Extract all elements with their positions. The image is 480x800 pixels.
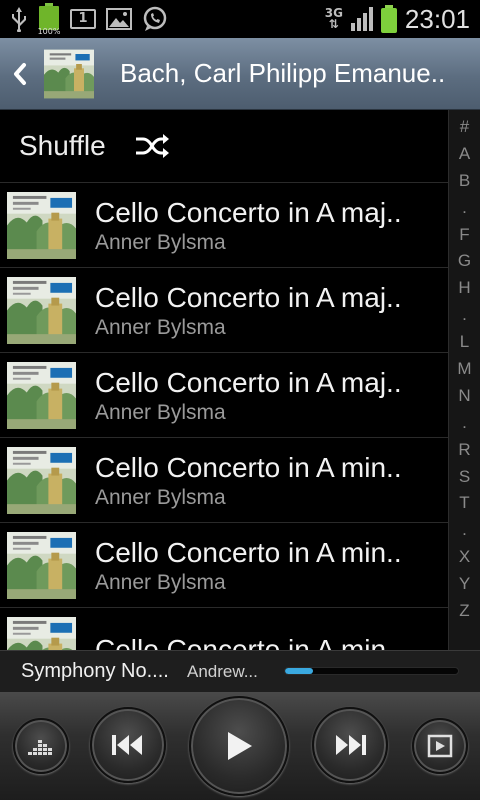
calendar-icon: 1 xyxy=(70,9,96,29)
now-playing-artist: Andrew... xyxy=(187,661,258,681)
tracks-container: Cello Concerto in A maj.. Anner Bylsma Cel… xyxy=(0,183,448,650)
shuffle-icon xyxy=(134,133,170,159)
track-row[interactable]: Cello Concerto in A min.. xyxy=(0,608,448,650)
now-playing-title: Symphony No.... xyxy=(21,660,169,682)
track-album-art xyxy=(7,616,76,650)
index-letter[interactable]: N xyxy=(449,383,480,410)
track-list[interactable]: Shuffle Cello Concerto in A maj.. Anner B… xyxy=(0,110,448,650)
track-title: Cello Concerto in A maj.. xyxy=(95,281,402,313)
index-letter[interactable]: S xyxy=(449,464,480,491)
track-album-art xyxy=(7,446,76,514)
track-row[interactable]: Cello Concerto in A maj.. Anner Bylsma xyxy=(0,353,448,438)
progress-bar[interactable] xyxy=(284,667,459,675)
now-playing-bar[interactable]: Symphony No.... Andrew... xyxy=(0,650,480,692)
signal-icon xyxy=(350,7,373,31)
track-album-art xyxy=(7,361,76,429)
page-title: Bach, Carl Philipp Emanue.. xyxy=(120,58,446,88)
track-text: Cello Concerto in A maj.. Anner Bylsma xyxy=(95,196,435,255)
track-artist: Anner Bylsma xyxy=(95,400,226,424)
status-bar: 100% 1 3G ⇅ 23:01 xyxy=(0,0,480,38)
index-letter[interactable]: H xyxy=(449,275,480,302)
progress-fill xyxy=(285,668,313,674)
playlist-icon xyxy=(427,734,453,758)
shuffle-button[interactable]: Shuffle xyxy=(0,110,448,183)
track-artist: Anner Bylsma xyxy=(95,570,226,594)
play-button[interactable] xyxy=(189,696,289,796)
index-letter[interactable]: X xyxy=(449,544,480,571)
battery-icon: 100% xyxy=(37,3,61,36)
track-title: Cello Concerto in A min.. xyxy=(95,633,402,651)
track-album-art xyxy=(7,276,76,344)
track-row[interactable]: Cello Concerto in A maj.. Anner Bylsma xyxy=(0,183,448,268)
track-album-art xyxy=(7,191,76,259)
track-row[interactable]: Cello Concerto in A min.. Anner Bylsma xyxy=(0,438,448,523)
index-letter[interactable]: M xyxy=(449,356,480,383)
playback-controls xyxy=(0,692,480,800)
track-text: Cello Concerto in A min.. Anner Bylsma xyxy=(95,536,435,595)
data-arrows-icon: ⇅ xyxy=(328,17,339,31)
track-row[interactable]: Cello Concerto in A min.. Anner Bylsma xyxy=(0,523,448,608)
equalizer-button[interactable] xyxy=(13,718,69,774)
battery-percent: 100% xyxy=(37,27,61,36)
alphabet-index[interactable]: # A B. F G H. L M N. R S T. X Y Z xyxy=(448,110,480,650)
back-arrow-icon xyxy=(14,62,26,85)
index-letter[interactable]: # xyxy=(449,114,480,141)
index-letter[interactable]: A xyxy=(449,141,480,168)
index-letter[interactable]: . xyxy=(449,410,480,437)
clock: 23:01 xyxy=(404,3,470,34)
index-letter[interactable]: R xyxy=(449,437,480,464)
previous-button[interactable] xyxy=(90,707,166,783)
track-title: Cello Concerto in A maj.. xyxy=(95,196,402,228)
next-button[interactable] xyxy=(312,707,388,783)
battery-level-icon xyxy=(380,5,397,33)
index-letter[interactable]: . xyxy=(449,517,480,544)
equalizer-icon xyxy=(28,740,52,755)
index-letter[interactable]: T xyxy=(449,490,480,517)
index-letter[interactable]: Y xyxy=(449,571,480,598)
index-letter[interactable]: . xyxy=(449,195,480,222)
track-title: Cello Concerto in A min.. xyxy=(95,536,402,568)
previous-icon xyxy=(112,735,142,755)
track-title: Cello Concerto in A min.. xyxy=(95,451,402,483)
gallery-icon xyxy=(106,8,132,30)
album-art xyxy=(44,49,94,99)
track-text: Cello Concerto in A min.. xyxy=(95,633,435,651)
track-text: Cello Concerto in A maj.. Anner Bylsma xyxy=(95,281,435,340)
playlist-button[interactable] xyxy=(412,718,468,774)
track-text: Cello Concerto in A min.. Anner Bylsma xyxy=(95,451,435,510)
track-artist: Anner Bylsma xyxy=(95,315,226,339)
next-icon xyxy=(336,735,366,755)
index-letter[interactable]: L xyxy=(449,329,480,356)
album-header: Bach, Carl Philipp Emanue.. xyxy=(0,38,480,110)
whatsapp-icon xyxy=(142,6,168,32)
track-row[interactable]: Cello Concerto in A maj.. Anner Bylsma xyxy=(0,268,448,353)
track-text: Cello Concerto in A maj.. Anner Bylsma xyxy=(95,366,435,425)
network-indicator: 3G ⇅ xyxy=(325,7,343,31)
track-artist: Anner Bylsma xyxy=(95,485,226,509)
back-button[interactable] xyxy=(0,61,40,87)
track-album-art xyxy=(7,531,76,599)
index-letter[interactable]: G xyxy=(449,248,480,275)
track-title: Cello Concerto in A maj.. xyxy=(95,366,402,398)
usb-icon xyxy=(10,6,28,32)
index-letter[interactable]: F xyxy=(449,222,480,249)
shuffle-label: Shuffle xyxy=(19,130,106,161)
index-letter[interactable]: B xyxy=(449,168,480,195)
track-artist: Anner Bylsma xyxy=(95,230,226,254)
index-letter[interactable]: . xyxy=(449,302,480,329)
play-icon xyxy=(228,732,252,760)
index-letter[interactable]: Z xyxy=(449,598,480,625)
